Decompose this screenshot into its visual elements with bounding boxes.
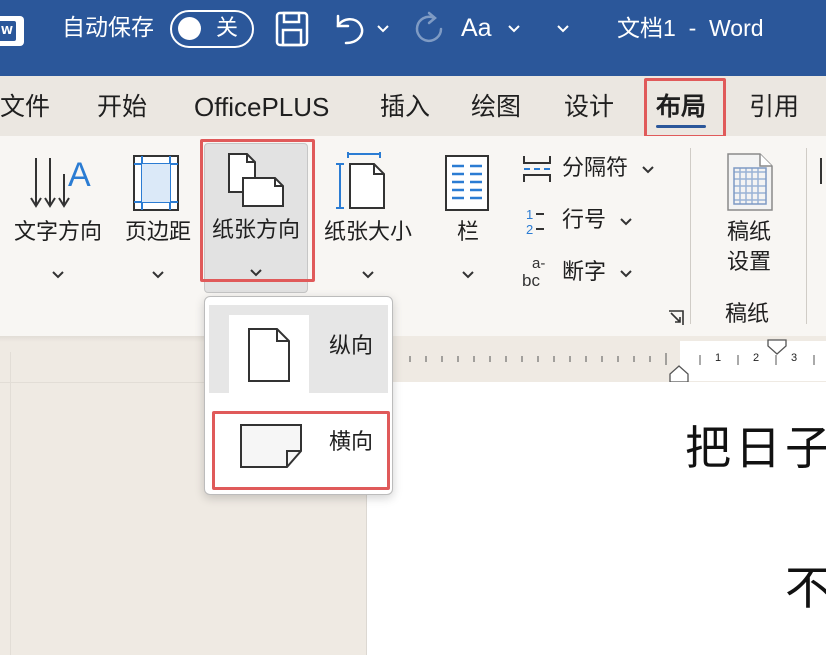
clipped-ribbon-item (820, 158, 826, 184)
svg-text:a-: a- (532, 255, 545, 272)
tab-insert[interactable]: 插入 (380, 90, 430, 124)
text-direction-button[interactable]: A 文字方向 (6, 146, 110, 296)
margins-icon (133, 155, 179, 211)
tab-design[interactable]: 设计 (564, 90, 614, 124)
chevron-down-icon (152, 271, 164, 279)
hyphenation-icon: a- bc (522, 255, 545, 288)
group-separator (806, 148, 807, 324)
title-bar: W 自动保存 关 Aa 文档1 - Word (0, 0, 826, 76)
undo-icon[interactable] (332, 12, 368, 48)
text-direction-label: 文字方向 (13, 220, 102, 245)
tab-draw[interactable]: 绘图 (471, 90, 521, 124)
size-label: 纸张大小 (323, 220, 412, 245)
svg-text:2: 2 (526, 222, 533, 236)
breaks-button[interactable]: 分隔符 (522, 152, 672, 186)
tab-home[interactable]: 开始 (97, 90, 147, 124)
word-app-icon[interactable]: W (0, 16, 24, 46)
tab-file[interactable]: 文件 (0, 90, 50, 124)
grid-paper-label-2: 设置 (726, 250, 771, 275)
chevron-down-icon[interactable] (556, 24, 570, 34)
grid-paper-setup-button[interactable]: 稿纸 设置 (712, 150, 786, 280)
line-numbers-button[interactable]: 1 2 行号 (522, 204, 672, 238)
grid-paper-icon (727, 153, 773, 211)
save-icon[interactable] (274, 10, 310, 48)
line-numbers-icon: 1 2 (526, 207, 544, 236)
autosave-label: 自动保存 (62, 15, 154, 41)
breaks-label: 分隔符 (562, 156, 629, 181)
document-title: 文档1 - Word (617, 15, 764, 41)
chevron-down-icon (620, 270, 632, 278)
vertical-ruler-edge (10, 352, 11, 655)
columns-icon (445, 155, 489, 211)
chevron-down-icon (52, 271, 64, 279)
left-indent-marker[interactable] (668, 364, 692, 384)
ruler-number-3: 3 (791, 352, 798, 364)
ribbon-panel: A 文字方向 页边距 纸张方向 纸张大小 栏 分隔符 1 2 行号 a- bc … (0, 136, 826, 336)
orientation-highlight (200, 139, 315, 282)
columns-button[interactable]: 栏 (438, 146, 498, 296)
size-button[interactable]: 纸张大小 (318, 146, 418, 296)
portrait-thumb (229, 315, 309, 395)
group-separator (690, 148, 691, 324)
first-line-indent-marker[interactable] (766, 338, 790, 364)
portrait-page-icon (248, 328, 290, 382)
line-numbers-label: 行号 (562, 208, 607, 233)
landscape-highlight (212, 411, 390, 490)
hyphenation-label: 断字 (562, 260, 607, 285)
dialog-launcher-icon[interactable] (668, 310, 684, 326)
tab-officeplus[interactable]: OfficePLUS (194, 90, 329, 124)
redo-icon[interactable] (410, 10, 448, 48)
chevron-down-icon (620, 218, 632, 226)
chevron-down-icon[interactable] (507, 24, 521, 34)
margins-label: 页边距 (124, 220, 191, 245)
portrait-label: 纵向 (329, 334, 374, 359)
chevron-down-icon (462, 271, 474, 279)
breaks-icon (523, 156, 551, 182)
svg-text:1: 1 (526, 207, 533, 222)
svg-text:bc: bc (522, 271, 540, 288)
svg-text:A: A (68, 156, 91, 194)
toggle-knob (178, 17, 201, 40)
paper-size-icon (336, 152, 385, 209)
columns-label: 栏 (456, 220, 479, 245)
autosave-state: 关 (216, 16, 239, 41)
grid-paper-label-1: 稿纸 (726, 220, 771, 245)
ruler-number-1: 1 (715, 352, 722, 364)
change-case-button[interactable]: Aa (461, 12, 492, 44)
text-direction-icon: A (30, 156, 91, 208)
autosave-toggle[interactable]: 关 (170, 10, 254, 48)
ruler-number-2: 2 (753, 352, 760, 364)
document-text-line1: 把日子 (685, 421, 826, 475)
ruler-text-area: 1 2 3 (680, 341, 826, 381)
menu-item-portrait[interactable]: 纵向 (209, 305, 388, 395)
tab-references[interactable]: 引用 (749, 90, 799, 124)
document-page[interactable]: 把日子 不 (366, 382, 826, 655)
hyphenation-button[interactable]: a- bc 断字 (522, 255, 672, 290)
margins-button[interactable]: 页边距 (118, 146, 198, 296)
group-label-grid-paper: 稿纸 (725, 302, 770, 327)
chevron-down-icon[interactable] (376, 24, 390, 34)
layout-tab-highlight (644, 78, 726, 138)
chevron-down-icon (642, 166, 654, 174)
chevron-down-icon (362, 271, 374, 279)
document-text-line2: 不 (785, 561, 826, 615)
